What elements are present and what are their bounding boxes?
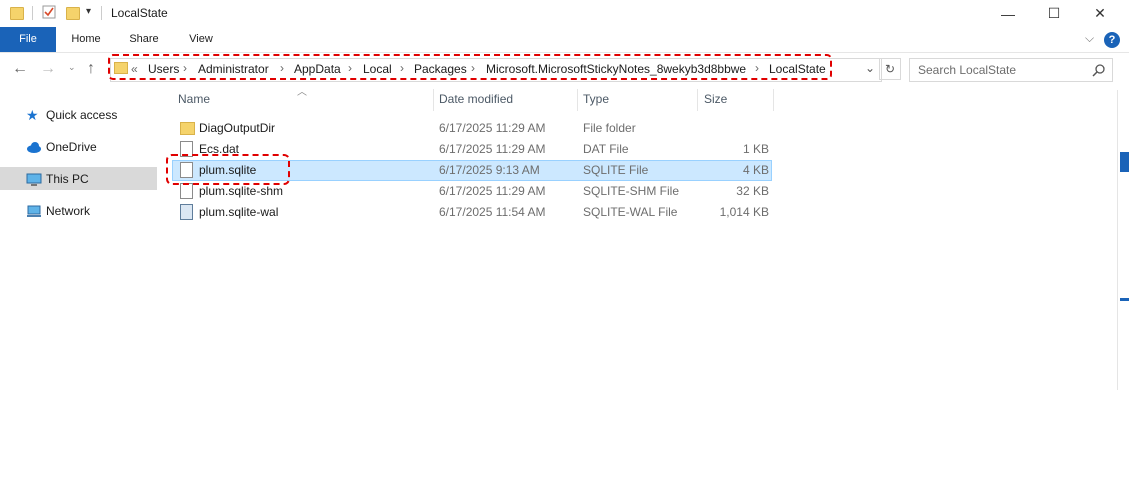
sidebar-item-this-pc[interactable]: This PC xyxy=(0,167,157,190)
annotation-highlight xyxy=(166,154,290,185)
divider[interactable] xyxy=(577,89,578,111)
divider[interactable] xyxy=(697,89,698,111)
search-placeholder: Search LocalState xyxy=(918,63,1017,77)
network-icon xyxy=(26,205,41,217)
chevron-down-icon[interactable]: ⌵ xyxy=(1085,31,1094,46)
background-window-fragment xyxy=(1120,152,1129,172)
file-type: DAT File xyxy=(583,142,629,156)
folder-icon xyxy=(10,7,24,20)
minimize-button[interactable]: — xyxy=(985,0,1031,27)
star-icon: ★ xyxy=(26,106,39,123)
up-arrow-icon[interactable]: ↑ xyxy=(87,60,95,78)
sidebar-item-label: Network xyxy=(46,203,91,218)
folder-icon xyxy=(180,122,195,135)
close-button[interactable]: ✕ xyxy=(1077,0,1123,27)
file-date: 6/17/2025 11:29 AM xyxy=(439,142,546,156)
ribbon: File Home Share View ⌵ ? xyxy=(0,27,1129,53)
title-bar: ▾ LocalState — ☐ ✕ xyxy=(0,0,1129,27)
tab-view[interactable]: View xyxy=(177,27,225,52)
divider xyxy=(32,6,33,20)
list-item[interactable]: DiagOutputDir 6/17/2025 11:29 AM File fo… xyxy=(172,118,772,139)
sidebar-item-onedrive[interactable]: OneDrive xyxy=(0,135,157,158)
annotation-highlight xyxy=(108,54,832,80)
file-size: 1 KB xyxy=(742,142,769,156)
file-type: SQLITE-WAL File xyxy=(583,205,678,219)
new-folder-icon[interactable] xyxy=(66,7,80,20)
divider xyxy=(101,6,102,20)
list-item[interactable]: plum.sqlite-wal 6/17/2025 11:54 AM SQLIT… xyxy=(172,202,772,223)
customize-toolbar-icon[interactable]: ▾ xyxy=(86,6,91,17)
sidebar-item-label: OneDrive xyxy=(46,139,97,154)
file-type: SQLITE-SHM File xyxy=(583,184,680,198)
cloud-icon xyxy=(26,141,41,153)
back-arrow-icon[interactable]: ← xyxy=(12,60,28,78)
file-type: SQLITE File xyxy=(583,163,649,177)
file-size: 1,014 KB xyxy=(719,205,769,219)
file-name: plum.sqlite-wal xyxy=(199,205,279,219)
recent-locations-icon[interactable]: ⌄ xyxy=(68,62,76,73)
tab-home[interactable]: Home xyxy=(62,27,110,52)
sidebar-item-quick-access[interactable]: ★ Quick access xyxy=(0,103,157,126)
window-title: LocalState xyxy=(111,6,168,20)
search-input[interactable]: Search LocalState xyxy=(909,58,1113,82)
file-name: DiagOutputDir xyxy=(199,121,276,135)
divider[interactable] xyxy=(773,89,774,111)
tab-share[interactable]: Share xyxy=(120,27,168,52)
file-date: 6/17/2025 11:29 AM xyxy=(439,121,546,135)
sidebar-item-label: This PC xyxy=(46,171,89,186)
help-icon[interactable]: ? xyxy=(1104,32,1120,48)
column-header-size[interactable]: Size xyxy=(704,92,727,106)
search-icon[interactable] xyxy=(1092,63,1106,77)
file-type: File folder xyxy=(583,121,636,135)
background-window-fragment xyxy=(1120,298,1129,301)
file-size: 4 KB xyxy=(742,163,769,177)
background-window-edge xyxy=(1117,90,1129,390)
wal-file-icon xyxy=(180,204,193,220)
file-icon xyxy=(180,183,193,199)
forward-arrow-icon[interactable]: → xyxy=(40,60,56,78)
file-date: 6/17/2025 9:13 AM xyxy=(439,163,540,177)
computer-icon xyxy=(26,173,42,186)
column-header-date-modified[interactable]: Date modified xyxy=(439,92,513,106)
column-header-type[interactable]: Type xyxy=(583,92,609,106)
tab-file[interactable]: File xyxy=(0,27,56,52)
properties-icon[interactable] xyxy=(42,5,56,19)
file-size: 32 KB xyxy=(736,184,769,198)
sidebar-item-network[interactable]: Network xyxy=(0,199,157,222)
file-date: 6/17/2025 11:54 AM xyxy=(439,205,546,219)
refresh-icon[interactable]: ↻ xyxy=(879,58,901,80)
file-date: 6/17/2025 11:29 AM xyxy=(439,184,546,198)
address-dropdown-icon[interactable]: ⌄ xyxy=(865,61,875,75)
maximize-button[interactable]: ☐ xyxy=(1031,0,1077,27)
column-header-name[interactable]: Name xyxy=(178,92,210,106)
divider[interactable] xyxy=(433,89,434,111)
file-name: plum.sqlite-shm xyxy=(199,184,284,198)
sidebar-item-label: Quick access xyxy=(46,107,118,122)
sort-ascending-icon: ︿ xyxy=(297,87,307,98)
